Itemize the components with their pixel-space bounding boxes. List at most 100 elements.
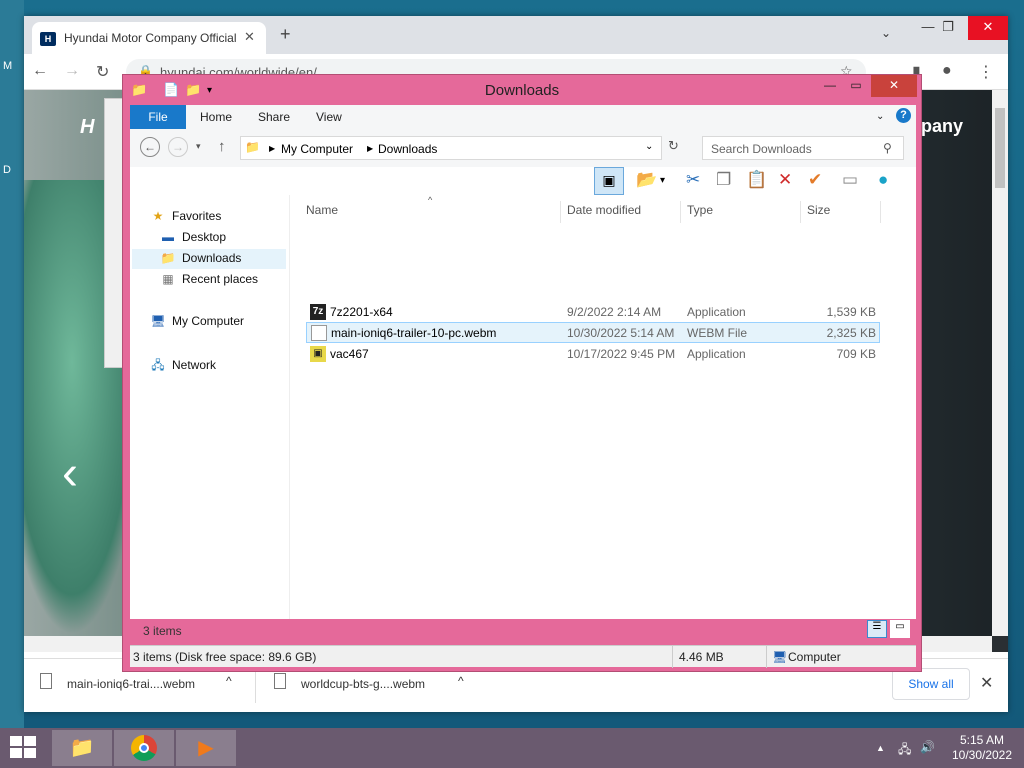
status-text: 3 items (Disk free space: 89.6 GB) [133,650,317,664]
start-button[interactable] [10,736,38,760]
column-divider[interactable] [800,201,801,223]
chevron-down-icon[interactable]: ▾ [660,175,665,186]
clock-time: 5:15 AM [959,733,1005,747]
refresh-icon[interactable]: ↻ [668,138,679,154]
chevron-down-icon[interactable]: ⌄ [645,141,653,152]
taskbar-chrome[interactable] [114,730,174,766]
copy-icon[interactable]: ❐ [716,170,731,190]
menu-icon[interactable]: ⋮ [978,62,994,82]
folder-icon: 📁 [245,140,260,154]
file-date: 9/2/2022 2:14 AM [567,305,662,319]
tab-share[interactable]: Share [258,110,290,124]
tab-search-icon[interactable]: ⌄ [866,22,906,46]
network-tray-icon[interactable]: 🖧 [898,740,911,761]
column-header-date[interactable]: Date modified [567,203,641,217]
tab-view[interactable]: View [316,110,342,124]
desktop-side-label: M [3,60,13,72]
search-input[interactable]: Search Downloads ⚲ [702,136,904,160]
back-icon[interactable]: ← [32,62,48,80]
reload-icon[interactable]: ↻ [96,62,109,82]
address-path[interactable]: 📁 ▶ My Computer ▶ Downloads ⌄ [240,136,662,160]
forward-icon[interactable]: → [64,62,80,80]
carousel-prev-icon[interactable]: ‹ [62,446,78,501]
chevron-up-icon[interactable]: ^ [226,674,232,688]
file-date: 10/30/2022 5:14 AM [567,326,675,340]
tab-file[interactable]: File [130,105,186,129]
taskbar-file-explorer[interactable]: 📁 [52,730,112,766]
column-divider[interactable] [560,201,561,223]
file-row[interactable]: main-ioniq6-trailer-10-pc.webm 10/30/202… [306,322,880,343]
cut-icon[interactable]: ✂ [686,170,700,190]
sidebar-item-recent-places[interactable]: ▦ Recent places [160,272,258,286]
chevron-right-icon[interactable]: ▶ [367,144,373,153]
close-window-button[interactable]: ✕ [968,16,1008,40]
sidebar-item-desktop[interactable]: ▬ Desktop [160,230,226,244]
maximize-button[interactable]: ▭ [841,75,871,97]
sidebar-item-downloads[interactable]: 📁 Downloads [132,249,286,269]
chevron-up-icon[interactable]: ^ [458,674,464,688]
forward-icon[interactable]: → [168,137,188,157]
file-icon [311,325,327,341]
breadcrumb-item[interactable]: Downloads [378,142,437,156]
status-size: 4.46 MB [679,650,724,664]
chevron-right-icon[interactable]: ▶ [269,144,275,153]
globe-icon[interactable]: ● [878,170,888,190]
close-download-bar-icon[interactable]: ✕ [980,673,993,693]
view-options-icon[interactable]: 📂 [636,170,657,190]
explorer-titlebar[interactable]: Downloads 📁 📄 📁 ▾ — ▭ ✕ [123,75,921,105]
volume-icon[interactable]: 🔊 [920,740,935,754]
recent-locations-icon[interactable]: ▾ [196,141,201,152]
sidebar-item-favorites[interactable]: ★ Favorites [150,209,222,223]
computer-icon: 🖥 [150,314,166,328]
column-divider[interactable] [880,201,881,223]
large-icons-view-icon[interactable]: ▭ [890,620,910,638]
check-icon[interactable]: ✔ [808,170,822,190]
sidebar-item-network[interactable]: 🖧 Network [150,356,216,377]
breadcrumb-item[interactable]: My Computer [281,142,353,156]
file-row[interactable]: ▣ vac467 10/17/2022 9:45 PM Application … [306,344,880,365]
expand-ribbon-icon[interactable]: ⌄ [876,111,884,122]
properties-icon[interactable]: 📄 [163,82,179,98]
clock[interactable]: 5:15 AM 10/30/2022 [944,733,1020,763]
customize-quick-access-icon[interactable]: ▾ [207,85,212,96]
back-icon[interactable]: ← [140,137,160,157]
close-tab-icon[interactable]: ✕ [244,29,255,45]
delete-icon[interactable]: ✕ [778,170,792,190]
new-folder-icon[interactable]: 📁 [185,82,201,98]
help-icon[interactable]: ? [896,108,911,123]
details-view-icon[interactable]: ☰ [867,620,887,638]
tab-title: Hyundai Motor Company Official [64,31,237,45]
sidebar-item-label: Recent places [182,272,259,286]
hyundai-logo[interactable]: H [80,116,94,139]
show-all-button[interactable]: Show all [892,668,970,700]
close-window-button[interactable]: ✕ [871,75,917,97]
new-tab-button[interactable]: + [280,24,291,45]
column-header-size[interactable]: Size [807,203,830,217]
search-icon[interactable]: ⚲ [883,141,892,155]
column-header-type[interactable]: Type [687,203,713,217]
preview-pane-icon[interactable]: ▣ [594,167,624,195]
divider [766,646,767,668]
windows-logo-icon [24,748,36,758]
column-divider[interactable] [680,201,681,223]
folder-icon[interactable]: 📁 [131,82,147,98]
command-bar: ▣ 📂 ▾ ✂ ❐ 📋 ✕ ✔ ▭ ● [130,167,916,195]
page-scrollbar[interactable] [992,90,1008,636]
tab-home[interactable]: Home [200,110,232,124]
browser-tab[interactable]: H Hyundai Motor Company Official ✕ [32,22,266,54]
maximize-button[interactable]: ❐ [928,16,968,40]
show-hidden-icons-icon[interactable]: ▲ [876,743,885,753]
up-icon[interactable]: ↑ [218,138,226,155]
taskbar-media-player[interactable]: ▶ [176,730,236,766]
column-header-name[interactable]: Name [306,203,338,217]
paste-icon[interactable]: 📋 [746,170,767,190]
profile-avatar-icon[interactable]: ● [942,62,952,80]
file-row[interactable]: 7z 7z2201-x64 9/2/2022 2:14 AM Applicati… [306,302,880,323]
sidebar-item-label: Network [172,358,217,372]
download-item[interactable]: worldcup-bts-g....webm [301,677,425,691]
download-item[interactable]: main-ioniq6-trai....webm [67,677,195,691]
sidebar-item-my-computer[interactable]: 🖥 My Computer [150,314,244,328]
sidebar-item-label: Desktop [182,230,227,244]
scroll-thumb[interactable] [995,108,1005,188]
rename-icon[interactable]: ▭ [842,170,858,190]
